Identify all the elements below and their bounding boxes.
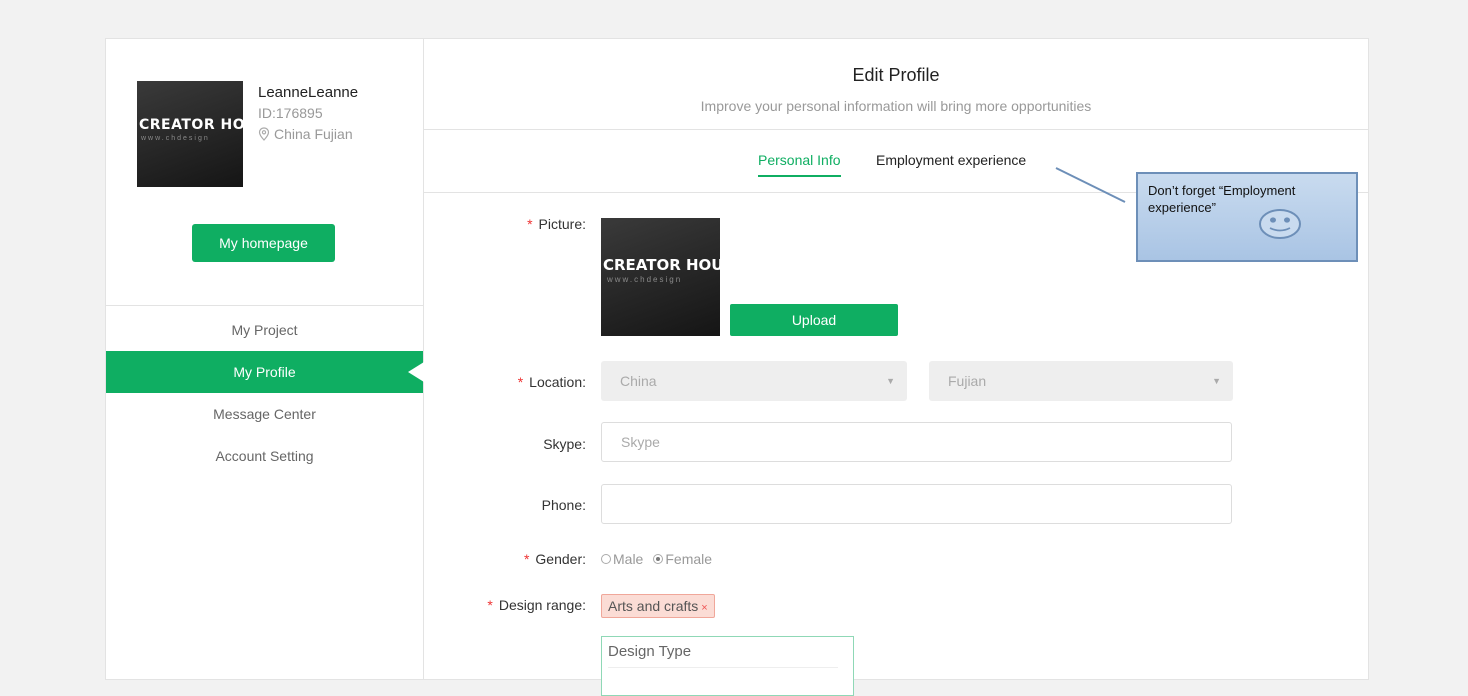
gender-radio-male[interactable] (601, 554, 611, 564)
gender-option-female[interactable]: Female (665, 551, 712, 567)
design-range-tag: Arts and crafts × (601, 594, 715, 618)
design-range-label-text: Design range: (498, 597, 586, 613)
chevron-down-icon: ▼ (1212, 376, 1221, 386)
skype-label: Skype: (543, 436, 586, 452)
required-mark: * (527, 216, 533, 232)
sidebar-item-my-profile[interactable]: My Profile (106, 351, 424, 393)
location-label: * Location: (424, 374, 586, 390)
location-label-text: Location: (529, 374, 586, 390)
sidebar-item-account-setting[interactable]: Account Setting (106, 435, 423, 477)
design-range-tag-text: Arts and crafts (608, 598, 699, 614)
gender-option-male[interactable]: Male (613, 551, 643, 567)
province-select-value: Fujian (948, 373, 987, 389)
required-mark: * (487, 597, 493, 613)
phone-label: Phone: (541, 497, 586, 513)
avatar: CREATOR HOU www.chdesign (137, 81, 243, 187)
my-homepage-button[interactable]: My homepage (192, 224, 335, 262)
page-title: Edit Profile (852, 65, 940, 85)
required-mark: * (517, 374, 524, 390)
required-mark: * (523, 551, 530, 567)
phone-input[interactable] (601, 484, 1232, 524)
sidebar-divider (106, 305, 423, 306)
sidebar-menu: My Project My Profile Message Center Acc… (106, 309, 424, 477)
country-select-value: China (620, 373, 657, 389)
profile-card: CREATOR HOU www.chdesign LeanneLeanne ID… (105, 38, 1369, 696)
callout-note: Don’t forget “Employment experience” (1136, 172, 1358, 262)
tab-employment-experience[interactable]: Employment experience (876, 152, 1026, 168)
page-subtitle: Improve your personal information will b… (700, 98, 1092, 114)
design-type-select[interactable]: Design Type (601, 636, 854, 696)
tab-personal-info[interactable]: Personal Info (758, 152, 841, 177)
country-select[interactable]: China ▼ (601, 361, 907, 401)
upload-button[interactable]: Upload (730, 304, 898, 336)
avatar-brand-text: CREATOR HOU (139, 117, 243, 133)
user-id: ID:176895 (258, 105, 323, 121)
picture-brand-text: CREATOR HOU (603, 256, 720, 274)
callout-text-line1: Don’t forget “Employment (1148, 183, 1296, 198)
profile-picture: CREATOR HOU www.chdesign (601, 218, 720, 336)
sidebar-item-my-project[interactable]: My Project (106, 309, 423, 351)
callout-text-line2: experience” (1148, 200, 1216, 215)
design-type-divider (608, 667, 838, 668)
sidebar-item-message-center[interactable]: Message Center (106, 393, 423, 435)
main-content: Edit Profile Improve your personal infor… (424, 39, 1368, 696)
picture-label-text: Picture: (538, 216, 586, 232)
smiley-icon (1259, 209, 1301, 239)
design-type-label: Design Type (608, 643, 692, 660)
user-location: China Fujian (258, 126, 353, 142)
skype-input[interactable] (601, 422, 1232, 462)
gender-label-text: Gender: (535, 551, 586, 567)
gender-radio-female[interactable] (653, 554, 664, 564)
province-select[interactable]: Fujian ▼ (929, 361, 1233, 401)
picture-sub-text: www.chdesign (607, 275, 683, 284)
picture-label: * Picture: (424, 216, 586, 232)
avatar-sub-text: www.chdesign (141, 135, 210, 142)
remove-tag-icon[interactable]: × (701, 602, 707, 614)
user-location-text: China Fujian (274, 126, 353, 142)
gender-label: * Gender: (424, 551, 586, 567)
chevron-down-icon: ▼ (886, 376, 895, 386)
sidebar: CREATOR HOU www.chdesign LeanneLeanne ID… (106, 39, 424, 679)
design-range-label: * Design range: (424, 597, 586, 613)
user-name: LeanneLeanne (258, 84, 359, 101)
location-pin-icon (258, 127, 270, 141)
gender-options: Male Female (601, 551, 712, 567)
